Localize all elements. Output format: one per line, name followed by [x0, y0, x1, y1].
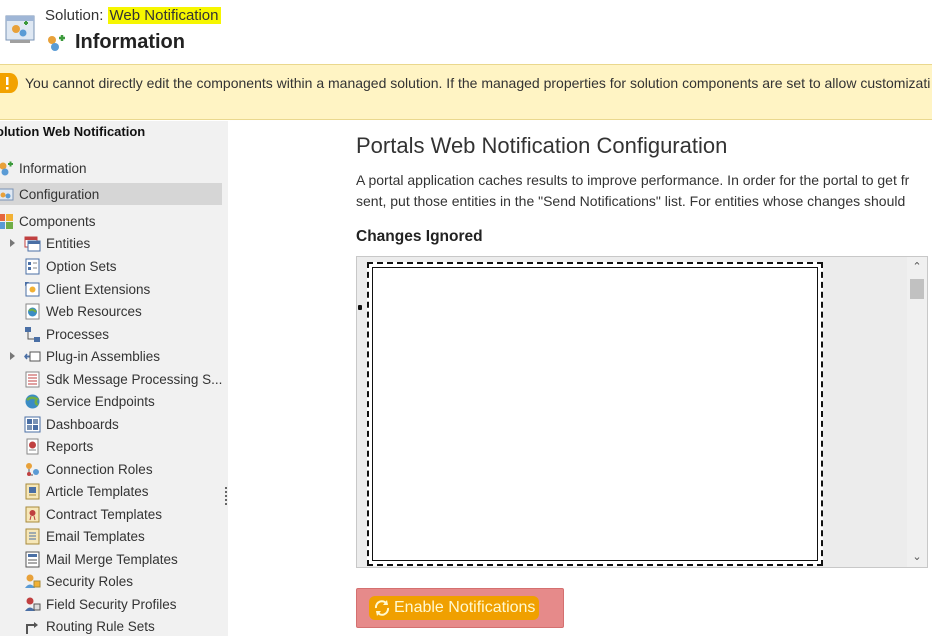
routing-rule-sets-icon	[26, 621, 38, 634]
sidebar-item-entities[interactable]: Entities	[24, 232, 90, 254]
field-security-profiles-icon	[25, 597, 41, 611]
sidebar-item-label: Configuration	[19, 186, 100, 202]
sidebar-item-routing-rule-sets[interactable]: Routing Rule Sets	[24, 615, 155, 637]
sidebar-item-sdk-message-processing[interactable]: Sdk Message Processing S...	[24, 368, 222, 390]
warning-text: You cannot directly edit the components …	[25, 75, 931, 91]
sidebar-item-processes[interactable]: Processes	[24, 323, 109, 345]
sidebar-title: olution Web Notification	[0, 124, 146, 139]
sidebar-item-label: Option Sets	[46, 258, 117, 274]
sidebar-item-service-endpoints[interactable]: Service Endpoints	[24, 390, 155, 412]
sidebar-item-label: Connection Roles	[46, 461, 153, 477]
components-icon	[0, 213, 13, 229]
sidebar-item-web-resources[interactable]: Web Resources	[24, 300, 142, 322]
service-endpoints-icon	[25, 394, 40, 408]
sidebar-item-dashboards[interactable]: Dashboards	[24, 413, 119, 435]
scroll-up-icon[interactable]: ⌃	[907, 259, 927, 275]
configuration-description: A portal application caches results to i…	[356, 170, 932, 212]
client-extensions-icon	[25, 281, 40, 296]
sidebar-item-label: Sdk Message Processing S...	[46, 371, 223, 387]
expand-arrow-icon[interactable]	[10, 352, 15, 360]
sidebar-item-label: Reports	[46, 438, 94, 454]
managed-solution-warning: You cannot directly edit the components …	[0, 64, 932, 120]
processes-icon	[25, 326, 40, 342]
sidebar-item-article-templates[interactable]: Article Templates	[24, 480, 149, 502]
security-roles-icon	[25, 574, 41, 588]
sidebar-item-connection-roles[interactable]: Connection Roles	[24, 458, 153, 480]
information-icon	[48, 34, 65, 51]
sidebar-item-configuration[interactable]: Configuration	[0, 183, 222, 205]
page-header: Solution: Web Notification Information	[0, 0, 932, 64]
information-icon	[0, 161, 13, 175]
reports-icon	[26, 438, 39, 454]
sidebar-item-option-sets[interactable]: Option Sets	[24, 255, 117, 277]
sidebar-item-label: Entities	[46, 235, 91, 251]
option-sets-icon	[25, 258, 40, 274]
sidebar-item-label: Contract Templates	[46, 506, 163, 522]
sidebar-item-information[interactable]: Information	[0, 157, 87, 179]
scroll-thumb[interactable]	[910, 279, 924, 299]
article-templates-icon	[25, 483, 40, 499]
description-line-2: sent, put those entities in the "Send No…	[356, 193, 906, 209]
list-scrollbar[interactable]: ⌃ ⌄	[907, 257, 927, 567]
sidebar-item-label: Service Endpoints	[46, 393, 155, 409]
page-title-line: Information	[45, 31, 185, 54]
dashboards-icon	[24, 416, 41, 432]
changes-ignored-list-area[interactable]	[367, 262, 823, 566]
solution-name: Web Notification	[107, 7, 221, 24]
configuration-icon	[0, 188, 14, 200]
sidebar-item-security-roles[interactable]: Security Roles	[24, 570, 133, 592]
email-templates-icon	[25, 528, 40, 544]
entities-icon	[24, 236, 41, 251]
sidebar-item-label: Client Extensions	[46, 281, 151, 297]
sidebar-item-mail-merge-templates[interactable]: Mail Merge Templates	[24, 548, 178, 570]
connection-roles-icon	[26, 462, 39, 476]
sidebar-item-email-templates[interactable]: Email Templates	[24, 525, 145, 547]
page-title: Information	[75, 31, 185, 53]
sidebar-item-client-extensions[interactable]: Client Extensions	[24, 278, 150, 300]
contract-templates-icon	[25, 506, 40, 522]
sidebar-item-field-security-profiles[interactable]: Field Security Profiles	[24, 593, 177, 615]
sidebar-item-label: Components	[19, 213, 96, 229]
enable-notifications-button[interactable]: Enable Notifications	[356, 588, 564, 628]
sidebar-item-label: Plug-in Assemblies	[46, 348, 161, 364]
plug-in-icon	[24, 351, 41, 361]
scroll-down-icon[interactable]: ⌄	[907, 549, 927, 565]
sidebar-item-label: Email Templates	[46, 528, 145, 544]
refresh-icon	[374, 600, 390, 616]
solution-prefix: Solution:	[45, 7, 108, 24]
solution-sidebar: olution Web Notification Information Con…	[0, 121, 228, 636]
sidebar-item-label: Processes	[46, 326, 110, 342]
changes-ignored-label: Changes Ignored	[356, 228, 483, 245]
sidebar-item-label: Information	[19, 160, 87, 176]
sidebar-item-label: Routing Rule Sets	[46, 618, 155, 634]
description-line-1: A portal application caches results to i…	[356, 172, 910, 188]
list-marker	[358, 305, 362, 310]
sidebar-item-label: Mail Merge Templates	[46, 551, 178, 567]
sidebar-resize-grip[interactable]	[225, 487, 228, 509]
sidebar-item-label: Security Roles	[46, 573, 134, 589]
sidebar-item-plug-in-assemblies[interactable]: Plug-in Assemblies	[24, 345, 160, 367]
solution-name-line: Solution: Web Notification	[45, 7, 221, 24]
sidebar-item-label: Article Templates	[46, 483, 149, 499]
warning-icon	[0, 73, 18, 93]
sidebar-item-components[interactable]: Components	[0, 210, 96, 232]
mail-merge-templates-icon	[25, 551, 40, 567]
sidebar-item-label: Dashboards	[46, 416, 119, 432]
sidebar-item-label: Field Security Profiles	[46, 596, 177, 612]
configuration-title: Portals Web Notification Configuration	[356, 133, 728, 158]
changes-ignored-list[interactable]: ⌃ ⌄	[356, 256, 928, 568]
solution-icon	[5, 15, 35, 43]
enable-notifications-label: Enable Notifications	[394, 599, 536, 616]
web-resources-icon	[25, 303, 40, 319]
sidebar-item-reports[interactable]: Reports	[24, 435, 93, 457]
sidebar-item-contract-templates[interactable]: Contract Templates	[24, 503, 162, 525]
expand-arrow-icon[interactable]	[10, 239, 15, 247]
sidebar-item-label: Web Resources	[46, 303, 142, 319]
sdk-message-icon	[25, 371, 40, 387]
